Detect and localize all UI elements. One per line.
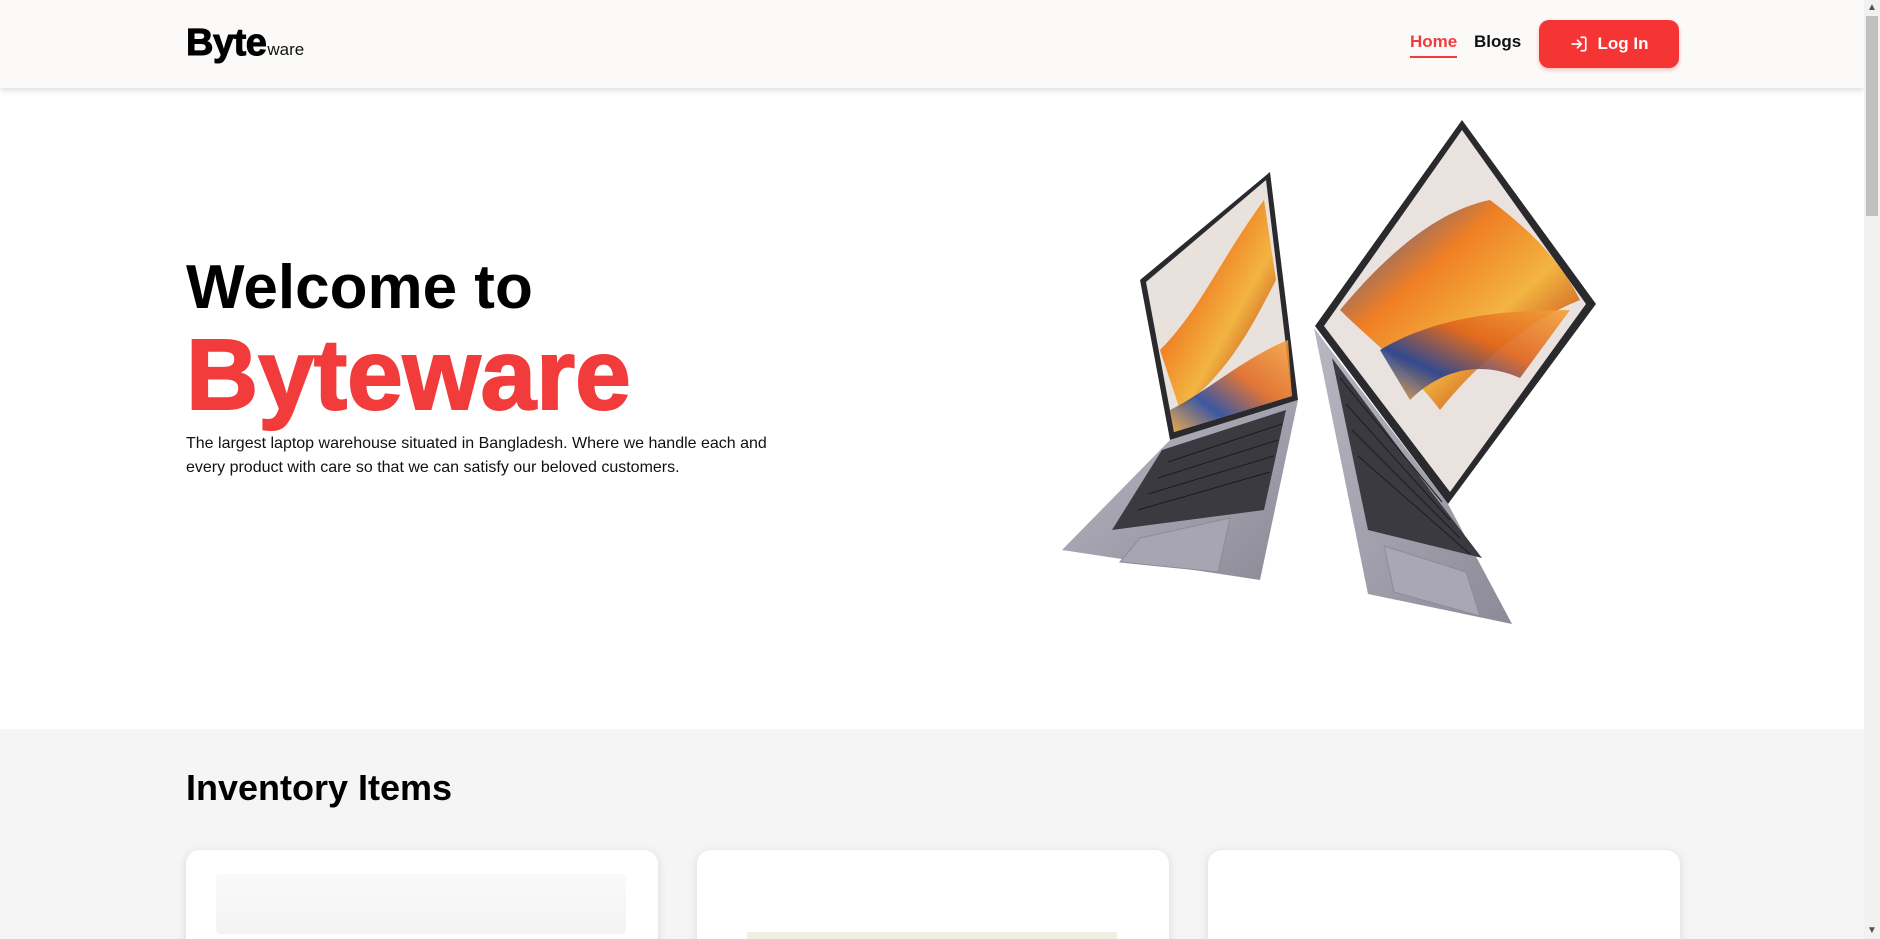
brand-main-text: Byte — [185, 22, 267, 65]
login-button-label: Log In — [1597, 34, 1649, 53]
page-scrollbar[interactable]: ▲ ▼ — [1864, 0, 1880, 939]
scroll-down-icon[interactable]: ▼ — [1864, 923, 1880, 939]
hero-title-brand: Byteware — [185, 318, 632, 432]
card-image-placeholder — [216, 874, 626, 934]
nav-link-home[interactable]: Home — [1410, 32, 1458, 58]
inventory-section: Inventory Items — [0, 729, 1864, 939]
inventory-title: Inventory Items — [186, 767, 453, 808]
scroll-up-icon[interactable]: ▲ — [1864, 0, 1880, 16]
card-image-placeholder — [747, 932, 1117, 939]
brand-sub-text: ware — [267, 40, 305, 59]
nav-link-blogs[interactable]: Blogs — [1474, 32, 1521, 52]
hero-title-welcome: Welcome to — [186, 253, 533, 322]
page-viewport: Byte ware Home Blogs Log In Welcome to B… — [0, 0, 1864, 939]
inventory-card[interactable] — [1208, 850, 1680, 939]
brand-logo[interactable]: Byte ware — [185, 22, 305, 65]
hero-laptops-image — [1062, 120, 1596, 624]
login-button[interactable]: Log In — [1539, 20, 1679, 68]
login-arrow-icon — [1570, 36, 1587, 52]
top-navbar: Byte ware Home Blogs Log In — [0, 0, 1864, 88]
scroll-thumb[interactable] — [1866, 16, 1878, 216]
hero-description: The largest laptop warehouse situated in… — [186, 435, 767, 476]
inventory-card[interactable] — [186, 850, 658, 939]
inventory-card[interactable] — [697, 850, 1169, 939]
